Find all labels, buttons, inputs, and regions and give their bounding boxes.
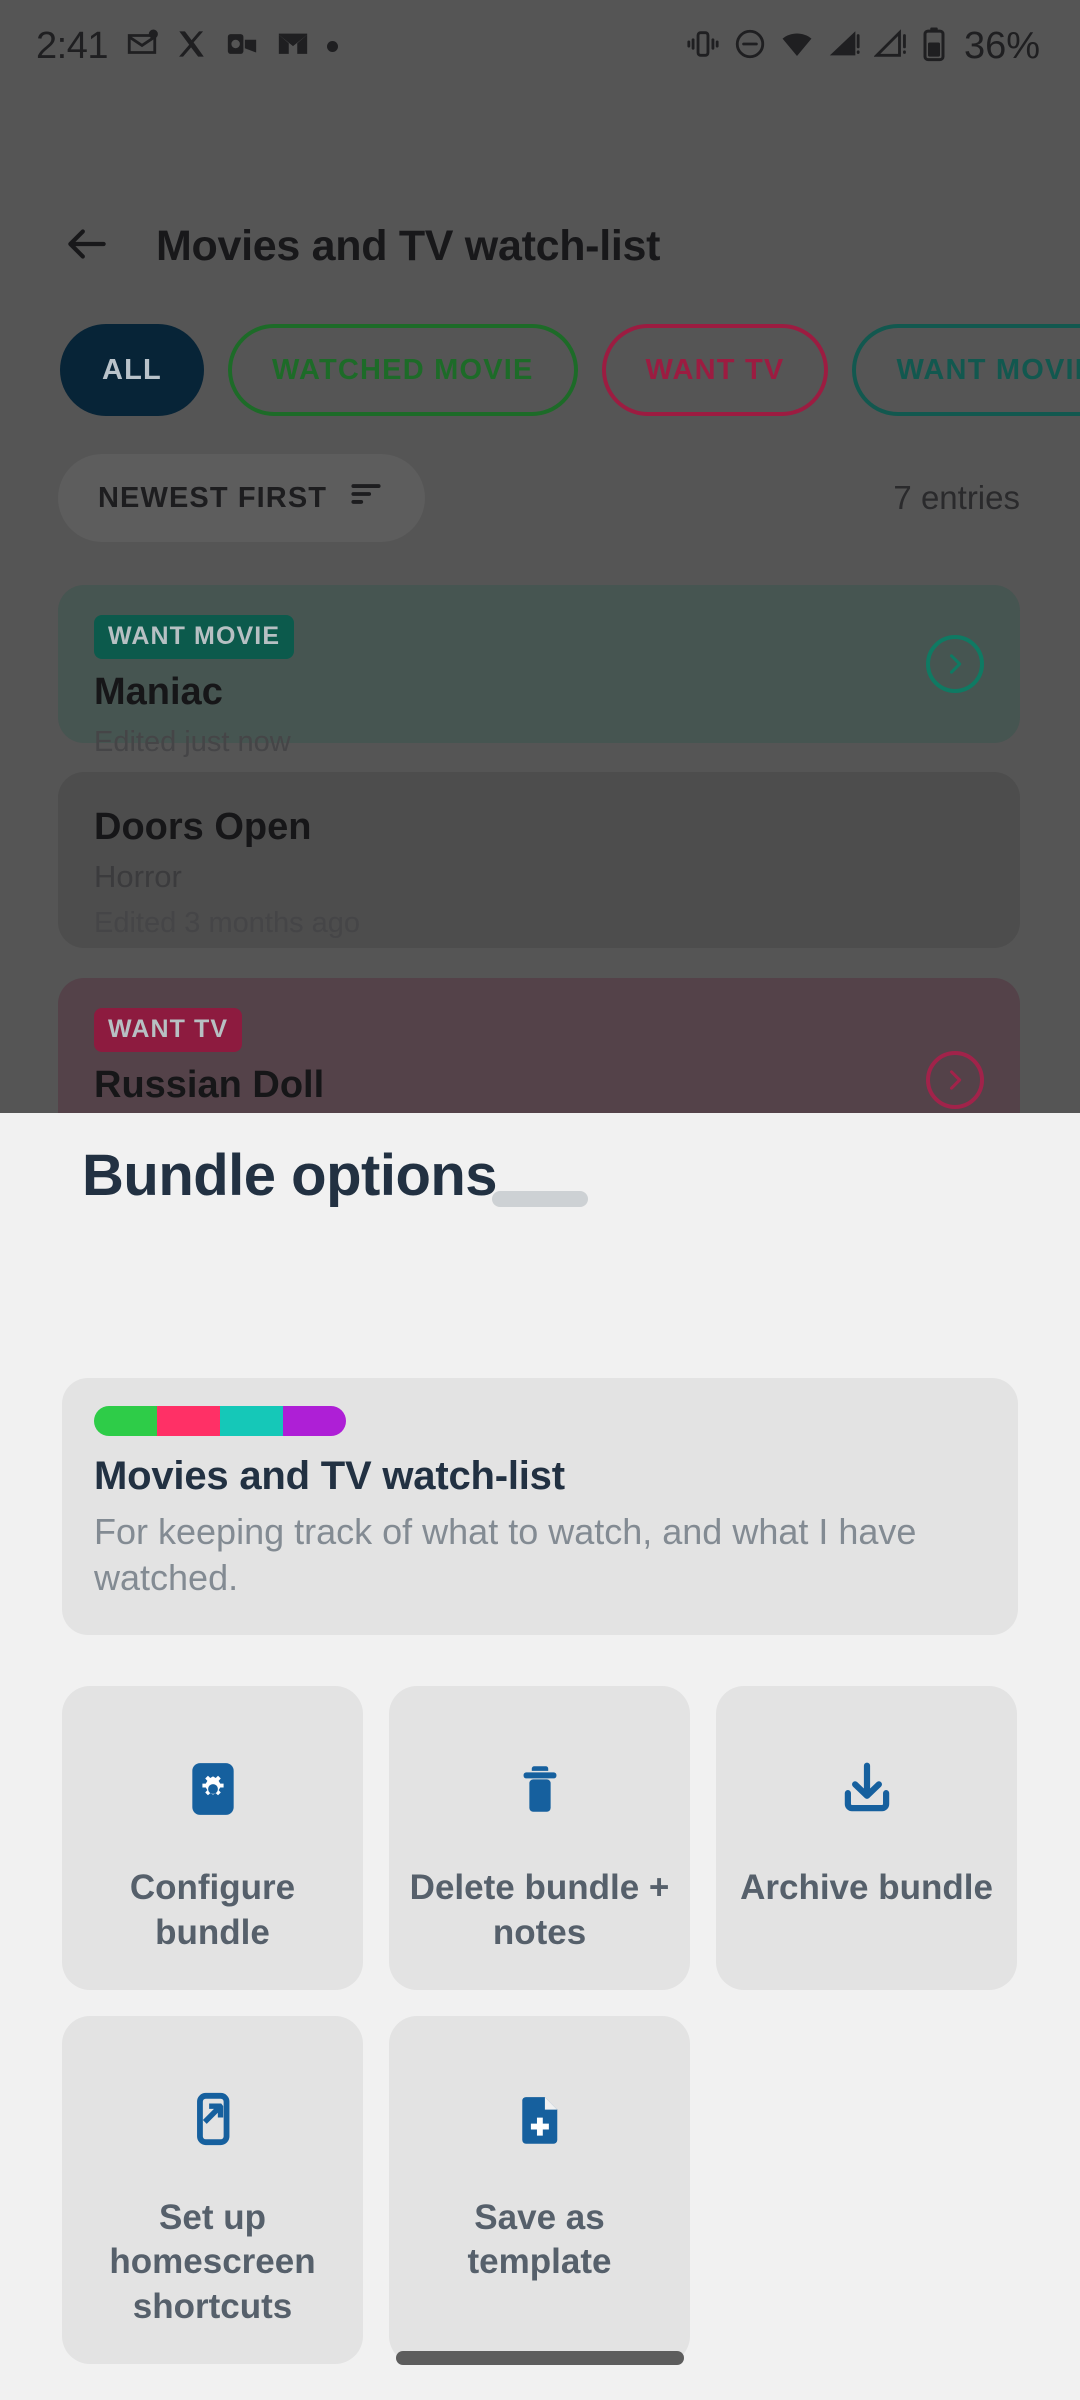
app-bar: Movies and TV watch-list xyxy=(0,196,1080,296)
entry-title: Maniac xyxy=(94,671,223,713)
x-twitter-icon xyxy=(176,28,208,65)
entry-title: Doors Open xyxy=(94,806,312,848)
filter-chip-want-tv[interactable]: WANT TV xyxy=(601,324,829,416)
gesture-pill[interactable] xyxy=(396,2351,684,2365)
signal-alert-icon xyxy=(873,27,908,66)
bundle-action-grid: Configure bundle Delete bundle + notes A… xyxy=(62,1686,1018,2364)
color-swatch-teal xyxy=(220,1406,283,1436)
setup-homescreen-shortcuts-button[interactable]: Set up homescreen shortcuts xyxy=(62,2015,363,2364)
sheet-title: Bundle options xyxy=(82,1143,498,1208)
trash-icon xyxy=(511,1750,569,1828)
bundle-name: Movies and TV watch-list xyxy=(94,1454,565,1498)
chevron-right-icon[interactable] xyxy=(926,1051,984,1109)
battery-icon xyxy=(921,26,947,67)
archive-download-icon xyxy=(836,1750,898,1828)
configure-bundle-button[interactable]: Configure bundle xyxy=(62,1686,363,1990)
color-swatch-purple xyxy=(283,1406,346,1436)
filter-chip-label: WANT TV xyxy=(645,353,785,386)
sort-button-label: NEWEST FIRST xyxy=(98,481,328,514)
filter-chip-all[interactable]: ALL xyxy=(60,324,204,416)
status-badge: WANT TV xyxy=(94,1008,243,1052)
homescreen-shortcut-icon xyxy=(184,2080,242,2158)
filter-chip-label: WANT MOVIE xyxy=(896,353,1080,386)
color-swatch-green xyxy=(94,1406,157,1436)
archive-bundle-button[interactable]: Archive bundle xyxy=(716,1686,1017,1990)
status-bar: 2:41 36% xyxy=(0,0,1080,92)
sort-button[interactable]: NEWEST FIRST xyxy=(58,454,426,542)
action-label: Configure bundle xyxy=(129,1868,296,1952)
entries-count: 7 entries xyxy=(893,479,1020,516)
sort-row: NEWEST FIRST 7 entries xyxy=(0,450,1080,546)
status-bar-right: 36% xyxy=(686,25,1040,68)
outlook-icon xyxy=(225,27,259,66)
bundle-info-card: Movies and TV watch-list For keeping tra… xyxy=(62,1378,1018,1636)
action-label: Set up homescreen shortcuts xyxy=(109,2197,316,2327)
bundle-description: For keeping track of what to watch, and … xyxy=(94,1511,917,1599)
signal-icon xyxy=(827,27,861,66)
action-label: Archive bundle xyxy=(740,1868,993,1907)
do-not-disturb-icon xyxy=(733,27,767,66)
filter-chip-watched-movie[interactable]: WATCHED MOVIE xyxy=(227,324,578,416)
vibrate-icon xyxy=(686,27,720,66)
filter-chip-label: WATCHED MOVIE xyxy=(271,353,534,386)
document-plus-icon xyxy=(512,2080,568,2158)
list-item[interactable]: Doors Open Horror Edited 3 months ago xyxy=(58,772,1020,948)
list-item[interactable]: WANT TV Russian Doll xyxy=(58,978,1020,1113)
entry-edited: Edited 3 months ago xyxy=(94,907,361,939)
wifi-icon xyxy=(780,27,814,66)
filter-chip-want-movie[interactable]: WANT MOVIE xyxy=(852,324,1080,416)
chevron-right-icon[interactable] xyxy=(926,635,984,693)
save-as-template-button[interactable]: Save as template xyxy=(389,2015,690,2364)
drag-handle[interactable] xyxy=(492,1191,588,1207)
status-time: 2:41 xyxy=(36,24,108,67)
gesture-nav-bar xyxy=(0,2316,1080,2400)
filter-chip-label: ALL xyxy=(102,353,162,386)
color-swatch-pink xyxy=(157,1406,220,1436)
action-label: Save as template xyxy=(467,2197,612,2282)
entry-title: Russian Doll xyxy=(94,1064,325,1106)
action-label: Delete bundle + notes xyxy=(409,1868,670,1952)
delete-bundle-button[interactable]: Delete bundle + notes xyxy=(389,1686,690,1990)
entry-subtitle: Horror xyxy=(94,859,182,894)
page-title: Movies and TV watch-list xyxy=(156,221,661,270)
gmail-icon xyxy=(276,27,310,66)
entry-edited: Edited just now xyxy=(94,726,291,758)
status-bar-left: 2:41 xyxy=(36,25,338,68)
mail-icon xyxy=(125,27,159,66)
status-badge: WANT MOVIE xyxy=(94,615,295,659)
battery-percent: 36% xyxy=(963,24,1040,67)
gear-icon xyxy=(182,1750,244,1828)
arrow-left-icon[interactable] xyxy=(62,219,112,274)
bundle-color-bar xyxy=(94,1406,346,1436)
sort-icon xyxy=(347,475,385,521)
filter-chip-row[interactable]: ALL WATCHED MOVIE WANT TV WANT MOVIE xyxy=(0,322,1080,418)
dot-icon xyxy=(326,40,338,52)
list-item[interactable]: WANT MOVIE Maniac Edited just now xyxy=(58,585,1020,758)
dimmed-app-backdrop[interactable]: 2:41 36% Movies and TV watch-list ALL WA… xyxy=(0,0,1080,1113)
